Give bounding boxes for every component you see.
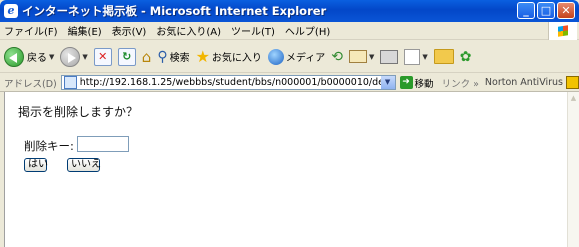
ie-icon: e [4, 4, 18, 18]
delete-question: 掲示を削除しますか？ [18, 105, 139, 119]
chevron-down-icon[interactable]: ▼ [49, 53, 54, 61]
title-bar: e インターネット掲示板 - Microsoft Internet Explor… [0, 0, 579, 22]
refresh-icon: ↻ [117, 47, 136, 66]
print-button[interactable] [380, 49, 399, 64]
page-icon [63, 76, 77, 89]
home-button[interactable]: ⌂ [142, 48, 152, 66]
maximize-button[interactable]: □ [537, 2, 555, 19]
messenger-icon: ✿ [459, 48, 472, 65]
home-icon: ⌂ [141, 47, 152, 66]
chevron-down-icon[interactable]: ▼ [422, 53, 427, 61]
back-arrow-icon [4, 46, 24, 67]
go-label: 移動 [414, 78, 434, 90]
address-label: アドレス(D) [4, 78, 57, 90]
messenger-button[interactable]: ✿ [460, 49, 472, 65]
mail-icon [348, 50, 367, 63]
close-button[interactable]: ✕ [557, 2, 575, 19]
history-icon: ⟲ [331, 48, 343, 65]
links-button[interactable]: リンク » [442, 76, 479, 90]
yes-button[interactable]: はい [24, 158, 48, 172]
mail-button[interactable]: ▼ [348, 50, 374, 63]
star-icon: ★ [195, 47, 210, 66]
media-icon [267, 48, 284, 65]
window-title: インターネット掲示板 - Microsoft Internet Explorer [22, 4, 327, 18]
menu-edit[interactable]: 編集(E) [68, 23, 102, 38]
delete-key-label: 削除キー: [24, 139, 74, 153]
delete-key-input[interactable] [77, 136, 129, 152]
media-label: メディア [285, 53, 326, 64]
printer-icon [380, 49, 399, 64]
chevron-down-icon[interactable]: ▼ [82, 53, 87, 61]
search-icon: ⚲ [157, 48, 168, 65]
address-input[interactable]: http://192.168.1.25/webbbs/student/bbs/n… [60, 75, 396, 90]
favorites-button[interactable]: ★ お気に入り [196, 47, 262, 66]
norton-icon [566, 76, 579, 89]
folder-button[interactable] [433, 49, 454, 64]
menu-help[interactable]: ヘルプ(H) [285, 23, 330, 38]
toolbar: 戻る ▼ ▼ ✕ ↻ ⌂ ⚲ 検索 ★ お気に入り メディア ⟲ ▼ ▼ ✿ [0, 41, 579, 73]
search-label: 検索 [169, 53, 190, 64]
forward-arrow-icon [60, 46, 81, 67]
menu-bar: ファイル(F) 編集(E) 表示(V) お気に入り(A) ツール(T) ヘルプ(… [0, 22, 579, 40]
media-button[interactable]: メディア [267, 48, 326, 65]
history-button[interactable]: ⟲ [331, 49, 343, 65]
back-label: 戻る [27, 53, 47, 64]
address-url[interactable]: http://192.168.1.25/webbbs/student/bbs/n… [80, 77, 395, 88]
menu-view[interactable]: 表示(V) [112, 23, 147, 38]
scroll-up-icon[interactable]: ▲ [569, 94, 578, 103]
address-dropdown-icon[interactable]: ▼ [380, 76, 395, 89]
windows-logo [548, 22, 577, 40]
menu-file[interactable]: ファイル(F) [4, 23, 58, 38]
refresh-button[interactable]: ↻ [117, 47, 136, 66]
vertical-scrollbar[interactable]: ▲ [567, 92, 579, 247]
go-button[interactable]: ➜ 移動 [399, 76, 434, 90]
back-button[interactable]: 戻る ▼ [4, 46, 54, 67]
edit-icon [404, 48, 421, 65]
norton-label: Norton AntiVirus [484, 77, 563, 88]
favorites-label: お気に入り [211, 53, 262, 64]
search-button[interactable]: ⚲ 検索 [157, 49, 189, 65]
address-bar: アドレス(D) http://192.168.1.25/webbbs/stude… [0, 74, 579, 92]
no-button[interactable]: いいえ [67, 158, 101, 172]
minimize-button[interactable]: _ [517, 2, 535, 19]
norton-antivirus-button[interactable]: Norton AntiVirus [485, 76, 579, 89]
menu-tools[interactable]: ツール(T) [231, 23, 275, 38]
folder-icon [433, 49, 454, 64]
chevron-down-icon[interactable]: ▼ [369, 53, 374, 61]
forward-button[interactable]: ▼ [60, 46, 88, 67]
edit-button[interactable]: ▼ [404, 48, 428, 65]
menu-favorites[interactable]: お気に入り(A) [156, 23, 221, 38]
windows-flag-icon [558, 25, 568, 37]
stop-icon: ✕ [93, 47, 112, 66]
window-controls: _ □ ✕ [517, 2, 575, 19]
go-arrow-icon: ➜ [399, 76, 413, 89]
stop-button[interactable]: ✕ [93, 47, 112, 66]
